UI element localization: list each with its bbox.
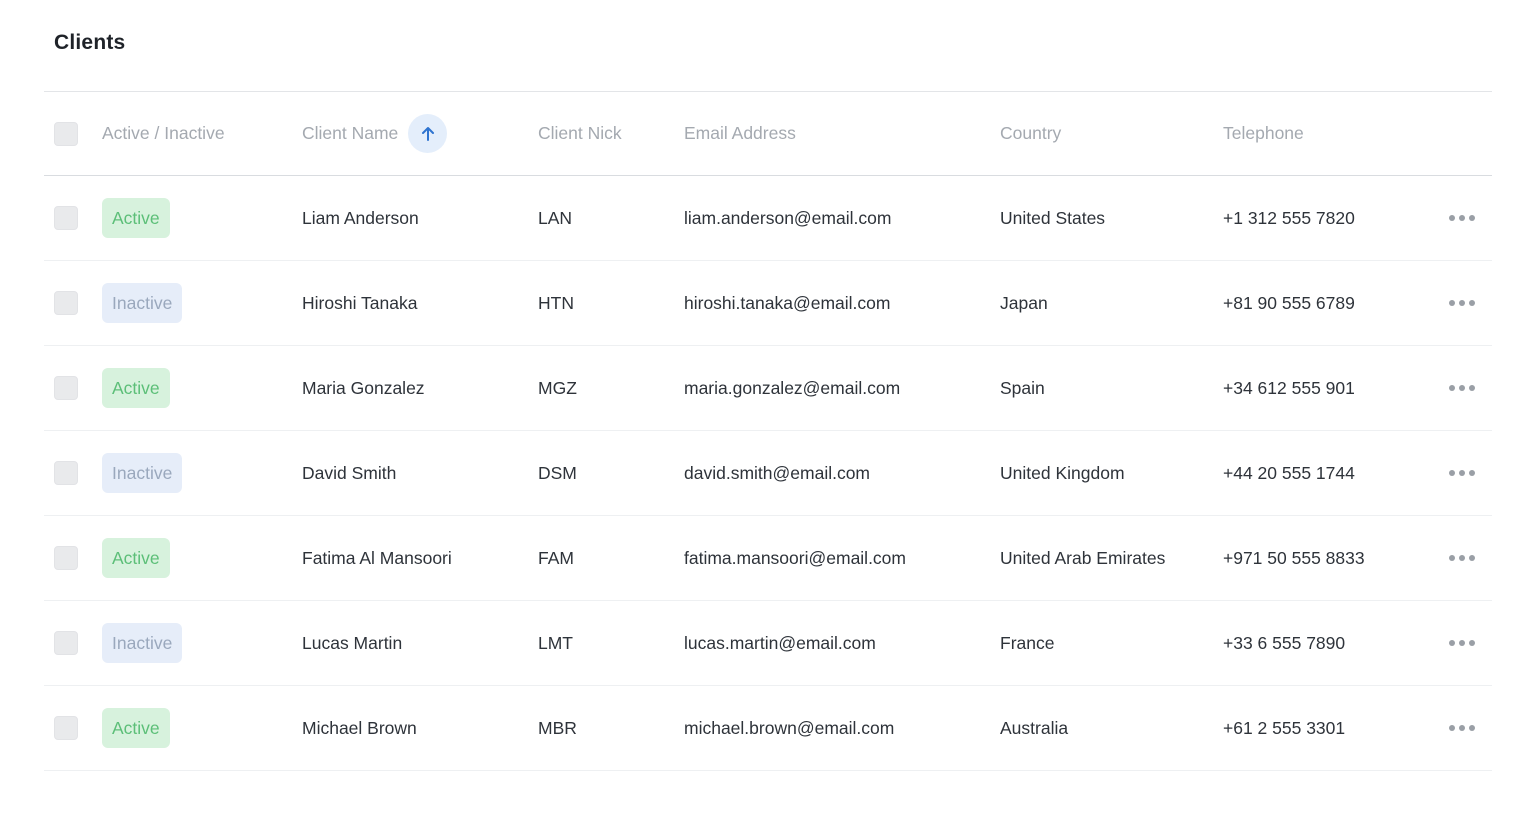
select-all-checkbox[interactable] xyxy=(54,121,78,146)
more-options-icon[interactable] xyxy=(1447,209,1477,227)
table-row[interactable]: Active Maria Gonzalez MGZ maria.gonzalez… xyxy=(44,346,1492,431)
status-badge: Active xyxy=(102,538,170,578)
table-row[interactable]: Active Michael Brown MBR michael.brown@e… xyxy=(44,686,1492,771)
client-email: michael.brown@email.com xyxy=(684,717,895,738)
table-row[interactable]: Active Liam Anderson LAN liam.anderson@e… xyxy=(44,176,1492,261)
status-badge: Inactive xyxy=(102,283,183,323)
client-telephone: +44 20 555 1744 xyxy=(1223,462,1355,483)
client-name: Maria Gonzalez xyxy=(302,377,425,398)
client-email: lucas.martin@email.com xyxy=(684,632,876,653)
client-email: liam.anderson@email.com xyxy=(684,207,892,228)
column-header-telephone-label: Telephone xyxy=(1223,123,1304,143)
client-country: Japan xyxy=(1000,292,1048,313)
row-checkbox[interactable] xyxy=(54,291,78,315)
client-nick: LAN xyxy=(538,207,573,228)
page-title: Clients xyxy=(54,31,126,54)
table-body: Active Liam Anderson LAN liam.anderson@e… xyxy=(44,176,1492,771)
client-name: Fatima Al Mansoori xyxy=(302,547,452,568)
row-checkbox[interactable] xyxy=(54,716,78,740)
column-header-email-label: Email Address xyxy=(684,123,796,143)
clients-table: Active / Inactive Client Name Client Nic… xyxy=(44,91,1492,771)
client-telephone: +1 312 555 7820 xyxy=(1223,207,1355,228)
client-country: United States xyxy=(1000,207,1106,228)
row-checkbox[interactable] xyxy=(54,376,78,400)
table-row[interactable]: Active Fatima Al Mansoori FAM fatima.man… xyxy=(44,516,1492,601)
status-badge: Inactive xyxy=(102,623,183,663)
client-country: Spain xyxy=(1000,377,1045,398)
client-nick: HTN xyxy=(538,292,574,313)
client-email: maria.gonzalez@email.com xyxy=(684,377,901,398)
client-country: France xyxy=(1000,632,1055,653)
clients-page: Clients Active / Inactive Client Name Cl… xyxy=(0,0,1536,832)
row-checkbox[interactable] xyxy=(54,631,78,655)
client-name: Lucas Martin xyxy=(302,632,403,653)
table-header: Active / Inactive Client Name Client Nic… xyxy=(44,91,1492,176)
client-name: Michael Brown xyxy=(302,717,417,738)
column-header-client-nick-label: Client Nick xyxy=(538,123,622,143)
sort-ascending-button[interactable] xyxy=(408,114,448,153)
client-nick: LMT xyxy=(538,632,573,653)
client-name: Hiroshi Tanaka xyxy=(302,292,418,313)
more-options-icon[interactable] xyxy=(1447,634,1477,652)
column-header-email[interactable]: Email Address xyxy=(684,92,796,175)
client-name: Liam Anderson xyxy=(302,207,419,228)
table-row[interactable]: Inactive Hiroshi Tanaka HTN hiroshi.tana… xyxy=(44,261,1492,346)
client-nick: MBR xyxy=(538,717,577,738)
status-badge: Inactive xyxy=(102,453,183,493)
column-header-client-nick[interactable]: Client Nick xyxy=(538,92,622,175)
client-nick: DSM xyxy=(538,462,577,483)
client-telephone: +81 90 555 6789 xyxy=(1223,292,1355,313)
status-badge: Active xyxy=(102,368,170,408)
column-header-telephone[interactable]: Telephone xyxy=(1223,92,1304,175)
table-row[interactable]: Inactive Lucas Martin LMT lucas.martin@e… xyxy=(44,601,1492,686)
column-header-country[interactable]: Country xyxy=(1000,92,1061,175)
client-email: david.smith@email.com xyxy=(684,462,871,483)
column-header-client-name-label: Client Name xyxy=(302,123,399,143)
client-nick: FAM xyxy=(538,547,574,568)
status-badge: Active xyxy=(102,708,170,748)
more-options-icon[interactable] xyxy=(1447,379,1477,397)
more-options-icon[interactable] xyxy=(1447,464,1477,482)
more-options-icon[interactable] xyxy=(1447,719,1477,737)
client-email: hiroshi.tanaka@email.com xyxy=(684,292,891,313)
table-row[interactable]: Inactive David Smith DSM david.smith@ema… xyxy=(44,431,1492,516)
client-country: Australia xyxy=(1000,717,1069,738)
arrow-up-icon xyxy=(421,126,434,141)
client-name: David Smith xyxy=(302,462,397,483)
more-options-icon[interactable] xyxy=(1447,549,1477,567)
client-telephone: +33 6 555 7890 xyxy=(1223,632,1346,653)
client-telephone: +971 50 555 8833 xyxy=(1223,547,1365,568)
client-country: United Kingdom xyxy=(1000,462,1125,483)
client-telephone: +61 2 555 3301 xyxy=(1223,717,1346,738)
column-header-client-name[interactable]: Client Name xyxy=(302,92,448,175)
row-checkbox[interactable] xyxy=(54,461,78,485)
column-header-country-label: Country xyxy=(1000,123,1062,143)
client-email: fatima.mansoori@email.com xyxy=(684,547,906,568)
client-telephone: +34 612 555 901 xyxy=(1223,377,1355,398)
more-options-icon[interactable] xyxy=(1447,294,1477,312)
row-checkbox[interactable] xyxy=(54,546,78,570)
column-header-status-label: Active / Inactive xyxy=(102,123,225,143)
column-header-status[interactable]: Active / Inactive xyxy=(102,92,225,175)
status-badge: Active xyxy=(102,198,170,238)
row-checkbox[interactable] xyxy=(54,206,78,230)
client-country: United Arab Emirates xyxy=(1000,547,1166,568)
client-nick: MGZ xyxy=(538,377,577,398)
